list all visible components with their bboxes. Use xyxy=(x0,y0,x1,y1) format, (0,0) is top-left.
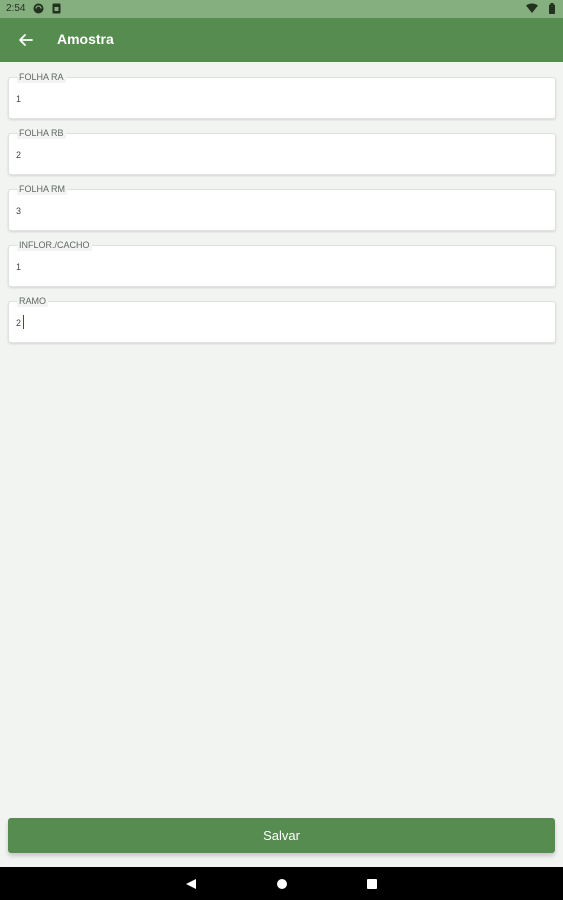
folha-rb-input[interactable] xyxy=(16,147,536,163)
folha-rb-field[interactable]: FOLHA RB xyxy=(8,128,556,175)
page-title: Amostra xyxy=(57,31,114,47)
folha-rm-input[interactable] xyxy=(16,203,536,219)
folha-ra-label: FOLHA RA xyxy=(17,72,66,83)
arrow-back-icon[interactable] xyxy=(14,28,38,52)
sync-icon xyxy=(33,3,44,17)
ramo-label: RAMO xyxy=(17,296,48,307)
status-bar: 2:54 xyxy=(0,0,563,18)
status-time: 2:54 xyxy=(6,3,26,14)
folha-rb-label: FOLHA RB xyxy=(17,128,66,139)
inflor-cacho-label: INFLOR./CACHO xyxy=(17,240,92,251)
system-nav-bar xyxy=(0,867,563,900)
folha-ra-input[interactable] xyxy=(16,91,536,107)
folha-ra-field[interactable]: FOLHA RA xyxy=(8,72,556,119)
ramo-input[interactable] xyxy=(16,315,536,331)
folha-rm-label: FOLHA RM xyxy=(17,184,68,195)
inflor-cacho-input[interactable] xyxy=(16,259,536,275)
home-circle-icon[interactable] xyxy=(276,877,288,895)
wifi-icon xyxy=(526,3,538,16)
back-triangle-icon[interactable] xyxy=(185,877,197,895)
ramo-field[interactable]: RAMO xyxy=(8,296,556,343)
app-bar: Amostra xyxy=(0,18,563,62)
text-cursor xyxy=(23,315,24,329)
inflor-cacho-field[interactable]: INFLOR./CACHO xyxy=(8,240,556,287)
battery-icon xyxy=(549,3,555,17)
recents-square-icon[interactable] xyxy=(366,877,378,895)
sim-card-icon xyxy=(52,3,61,17)
save-button[interactable]: Salvar xyxy=(8,818,555,853)
folha-rm-field[interactable]: FOLHA RM xyxy=(8,184,556,231)
